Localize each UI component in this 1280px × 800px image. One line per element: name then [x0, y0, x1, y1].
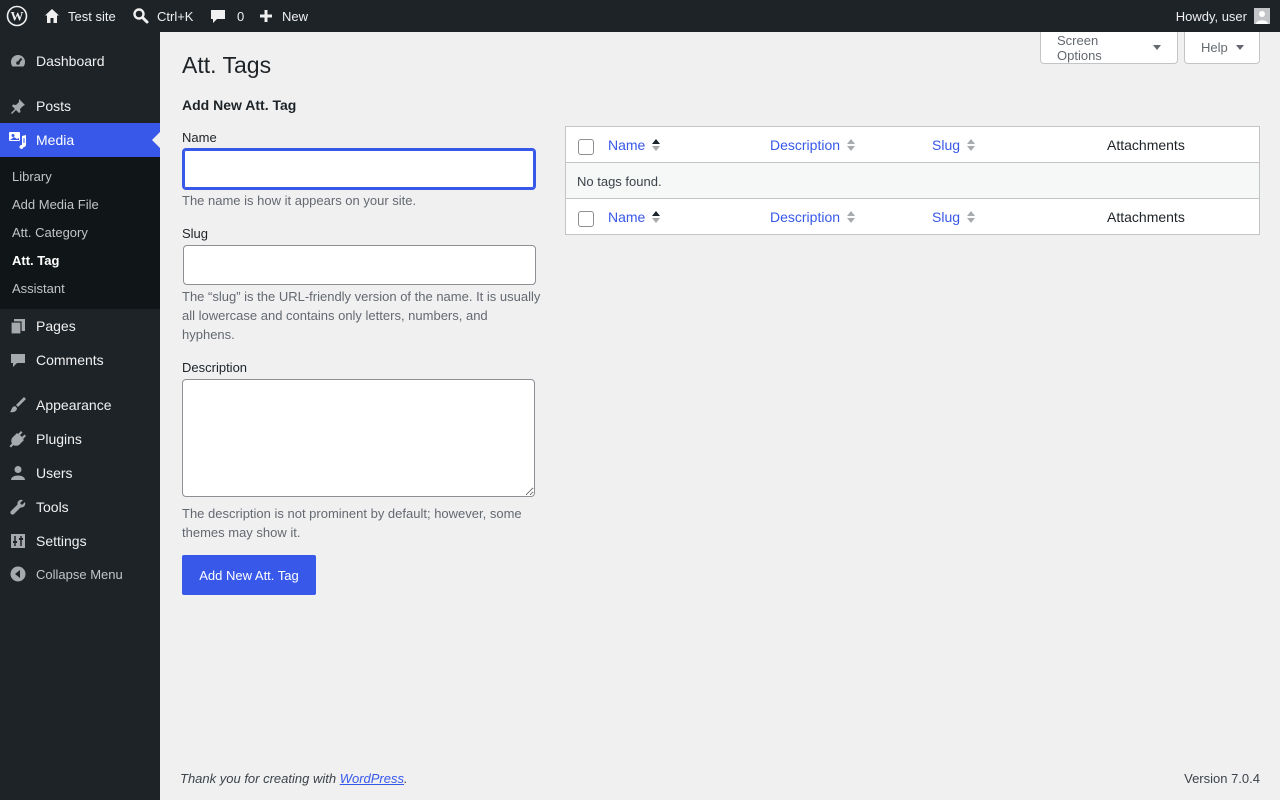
- table-footer-row: Name Description Slug Attachments: [566, 199, 1259, 235]
- sort-icon: [847, 211, 856, 223]
- description-column-footer[interactable]: Description: [770, 199, 856, 235]
- sort-icon: [967, 211, 976, 223]
- settings-icon: [0, 524, 36, 558]
- sidebar-item-posts[interactable]: Posts: [0, 89, 160, 123]
- description-textarea[interactable]: [182, 379, 535, 497]
- plus-icon: [258, 8, 274, 24]
- home-icon: [43, 7, 61, 25]
- description-column-label: Description: [770, 137, 841, 153]
- caret-down-icon: [1235, 45, 1244, 50]
- select-all-checkbox[interactable]: [578, 139, 594, 155]
- sidebar-item-tools[interactable]: Tools: [0, 490, 160, 524]
- sidebar-item-plugins[interactable]: Plugins: [0, 422, 160, 456]
- sidebar-item-pages[interactable]: Pages: [0, 309, 160, 343]
- sidebar-item-settings[interactable]: Settings: [0, 524, 160, 558]
- media-icon: [0, 123, 36, 157]
- wordpress-logo-icon[interactable]: W: [6, 0, 28, 32]
- search-icon: [132, 7, 150, 25]
- users-icon: [0, 456, 36, 490]
- search-shortcut-label: Ctrl+K: [157, 8, 194, 24]
- pages-icon: [0, 309, 36, 343]
- sort-ascending-icon: [652, 211, 661, 223]
- attachments-column-header: Attachments: [1107, 137, 1185, 153]
- slug-column-header[interactable]: Slug: [932, 127, 976, 163]
- dashboard-icon: [0, 44, 36, 78]
- table-empty-row: No tags found.: [566, 163, 1259, 199]
- submenu-item-add-media-file[interactable]: Add Media File: [12, 197, 99, 212]
- search-shortcut[interactable]: Ctrl+K: [132, 0, 193, 32]
- admin-sidebar: Dashboard Posts Media Library Add Media …: [0, 32, 160, 800]
- select-all-checkbox-footer[interactable]: [578, 211, 594, 227]
- form-heading: Add New Att. Tag: [182, 97, 297, 113]
- site-name-link[interactable]: Test site: [43, 0, 116, 32]
- caret-down-icon: [1153, 45, 1161, 50]
- screen-options-label: Screen Options: [1057, 32, 1102, 63]
- footer-version: Version 7.0.4: [1184, 771, 1260, 786]
- tags-table: Name Description Slug Attachments No tag…: [565, 126, 1260, 235]
- no-tags-message: No tags found.: [577, 173, 662, 189]
- table-header-row: Name Description Slug Attachments: [566, 127, 1259, 163]
- attachments-column-footer: Attachments: [1107, 209, 1185, 225]
- slug-label: Slug: [182, 226, 209, 241]
- name-column-label: Name: [608, 137, 646, 153]
- sort-icon: [847, 139, 856, 151]
- wrench-icon: [0, 490, 36, 524]
- description-help: The description is not prominent by defa…: [182, 506, 522, 540]
- slug-column-label: Slug: [932, 209, 961, 225]
- name-column-label: Name: [608, 209, 646, 225]
- sort-ascending-icon: [652, 139, 661, 151]
- sidebar-item-comments[interactable]: Comments: [0, 343, 160, 377]
- submenu-item-att-tag[interactable]: Att. Tag: [12, 253, 59, 268]
- sidebar-item-appearance[interactable]: Appearance: [0, 388, 160, 422]
- page-title: Att. Tags: [182, 52, 272, 78]
- media-submenu: Library Add Media File Att. Category Att…: [0, 157, 160, 309]
- submenu-item-att-category[interactable]: Att. Category: [12, 225, 88, 240]
- submenu-item-library[interactable]: Library: [12, 169, 52, 184]
- slug-column-footer[interactable]: Slug: [932, 199, 976, 235]
- new-content-link[interactable]: New: [258, 0, 308, 32]
- footer-thanks-period: .: [404, 771, 408, 786]
- footer-thanks-text: Thank you for creating with: [180, 771, 340, 786]
- admin-bar: W Test site Ctrl+K 0 New Howdy, user: [0, 0, 1280, 32]
- comments-count: 0: [237, 8, 245, 24]
- sidebar-item-users[interactable]: Users: [0, 456, 160, 490]
- comment-bubble-icon: [209, 7, 227, 25]
- plugin-icon: [0, 422, 36, 456]
- help-button[interactable]: Help: [1184, 32, 1260, 64]
- svg-text:W: W: [11, 9, 24, 24]
- new-label: New: [282, 8, 309, 24]
- name-label: Name: [182, 130, 217, 145]
- name-help: The name is how it appears on your site.: [182, 193, 417, 208]
- screen-options-button[interactable]: Screen Options: [1040, 32, 1178, 64]
- slug-help: The “slug” is the URL-friendly version o…: [182, 289, 541, 342]
- submenu-item-assistant[interactable]: Assistant: [12, 281, 65, 296]
- comments-link[interactable]: 0: [209, 0, 244, 32]
- wordpress-link[interactable]: WordPress: [340, 771, 404, 786]
- howdy-text: Howdy, user: [1175, 8, 1247, 24]
- brush-icon: [0, 388, 36, 422]
- slug-column-label: Slug: [932, 137, 961, 153]
- sidebar-item-media[interactable]: Media: [0, 123, 160, 157]
- name-column-header[interactable]: Name: [608, 127, 661, 163]
- description-label: Description: [182, 360, 248, 375]
- slug-input[interactable]: [183, 245, 536, 285]
- collapse-arrow-icon: [0, 557, 36, 591]
- sidebar-item-dashboard[interactable]: Dashboard: [0, 44, 160, 78]
- add-new-tag-button[interactable]: Add New Att. Tag: [182, 555, 316, 595]
- comments-icon: [0, 343, 36, 377]
- pin-icon: [0, 89, 36, 123]
- name-input[interactable]: [182, 148, 536, 190]
- description-column-label: Description: [770, 209, 841, 225]
- avatar: [1254, 8, 1270, 24]
- collapse-menu-button[interactable]: Collapse Menu: [0, 557, 160, 591]
- site-name: Test site: [68, 8, 116, 24]
- name-column-footer[interactable]: Name: [608, 199, 661, 235]
- account-menu[interactable]: Howdy, user: [1176, 0, 1270, 32]
- description-column-header[interactable]: Description: [770, 127, 856, 163]
- sort-icon: [967, 139, 976, 151]
- help-label: Help: [1201, 40, 1228, 55]
- footer-thanks: Thank you for creating with WordPress.: [180, 771, 408, 786]
